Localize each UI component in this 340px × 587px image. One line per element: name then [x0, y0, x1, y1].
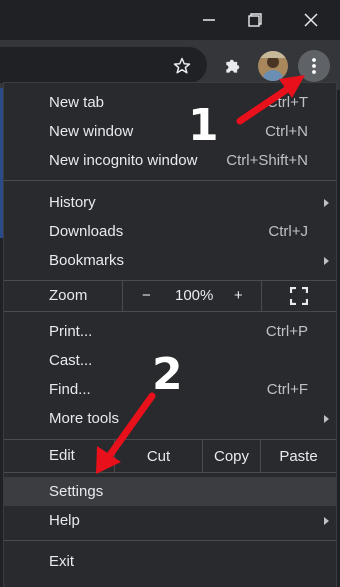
- paste-label: Paste: [279, 447, 318, 465]
- zoom-out-button[interactable]: −: [142, 287, 151, 304]
- title-bar: [0, 0, 340, 40]
- zoom-label: Zoom: [49, 287, 88, 304]
- star-icon: [173, 57, 191, 74]
- menu-item-label: New incognito window: [49, 152, 198, 169]
- menu-item-label: Exit: [49, 553, 75, 570]
- menu-divider: [4, 472, 336, 473]
- shortcut-text: Ctrl+Shift+N: [226, 152, 308, 169]
- menu-item-label: Bookmarks: [49, 252, 125, 269]
- copy-label: Copy: [213, 447, 250, 465]
- menu-item-settings[interactable]: Settings: [4, 477, 336, 506]
- menu-item-label: More tools: [49, 410, 120, 427]
- cut-button[interactable]: Cut: [114, 440, 202, 472]
- menu-item-new-incognito-window[interactable]: New incognito window Ctrl+Shift+N: [4, 146, 336, 175]
- menu-item-help[interactable]: Help: [4, 506, 336, 535]
- profile-avatar-icon: [258, 51, 288, 81]
- extensions-button[interactable]: [220, 53, 246, 79]
- step-1-label: 1: [188, 100, 219, 151]
- edit-row: Edit Cut Copy Paste: [4, 440, 336, 472]
- avatar[interactable]: [258, 51, 288, 81]
- zoom-control: − 100% +: [122, 281, 262, 311]
- menu-item-label: History: [49, 194, 96, 211]
- close-button[interactable]: [288, 0, 334, 40]
- minimize-button[interactable]: [186, 0, 232, 40]
- menu-item-label: New window: [49, 123, 134, 140]
- menu-divider: [4, 311, 336, 312]
- minimize-icon: [203, 19, 215, 21]
- menu-item-bookmarks[interactable]: Bookmarks: [4, 246, 336, 275]
- shortcut-text: Ctrl+J: [268, 223, 308, 240]
- menu-item-label: New tab: [49, 94, 105, 111]
- menu-item-label: Settings: [49, 483, 104, 500]
- shortcut-text: Ctrl+F: [266, 381, 308, 398]
- cut-label: Cut: [146, 447, 171, 465]
- menu-item-label: Find...: [49, 381, 91, 398]
- submenu-arrow-icon: [324, 198, 329, 207]
- menu-item-new-tab[interactable]: New tab Ctrl+T: [4, 88, 336, 117]
- menu-item-label: Print...: [49, 323, 93, 340]
- kebab-menu-icon: [312, 58, 316, 74]
- chrome-menu-button[interactable]: [298, 50, 330, 82]
- menu-item-history[interactable]: History: [4, 188, 336, 217]
- bookmark-star-button[interactable]: [170, 54, 194, 78]
- edit-label: Edit: [49, 447, 75, 464]
- menu-item-label: Cast...: [49, 352, 93, 369]
- zoom-row: Zoom − 100% +: [4, 281, 336, 311]
- paste-button[interactable]: Paste: [260, 440, 336, 472]
- step-2-label: 2: [152, 349, 183, 400]
- menu-item-print[interactable]: Print... Ctrl+P: [4, 317, 336, 346]
- zoom-in-button[interactable]: +: [234, 287, 243, 304]
- menu-item-downloads[interactable]: Downloads Ctrl+J: [4, 217, 336, 246]
- submenu-arrow-icon: [324, 256, 329, 265]
- menu-item-more-tools[interactable]: More tools: [4, 404, 336, 433]
- chrome-main-menu: New tab Ctrl+T New window Ctrl+N New inc…: [3, 82, 337, 587]
- shortcut-text: Ctrl+T: [266, 94, 308, 111]
- puzzle-icon: [226, 59, 240, 73]
- shortcut-text: Ctrl+P: [265, 323, 308, 340]
- menu-item-label: Help: [49, 512, 80, 529]
- close-icon: [304, 13, 318, 27]
- restore-icon: [248, 13, 262, 27]
- menu-divider: [4, 180, 336, 181]
- fullscreen-icon: [289, 286, 309, 306]
- copy-button[interactable]: Copy: [202, 440, 260, 472]
- zoom-level: 100%: [175, 287, 214, 304]
- submenu-arrow-icon: [324, 516, 329, 525]
- restore-button[interactable]: [232, 0, 278, 40]
- page-edge-accent: [0, 88, 3, 238]
- shortcut-text: Ctrl+N: [265, 123, 308, 140]
- menu-item-exit[interactable]: Exit: [4, 547, 336, 576]
- menu-item-new-window[interactable]: New window Ctrl+N: [4, 117, 336, 146]
- submenu-arrow-icon: [324, 414, 329, 423]
- fullscreen-button[interactable]: [289, 286, 309, 306]
- menu-item-label: Downloads: [49, 223, 124, 240]
- menu-divider: [4, 540, 336, 541]
